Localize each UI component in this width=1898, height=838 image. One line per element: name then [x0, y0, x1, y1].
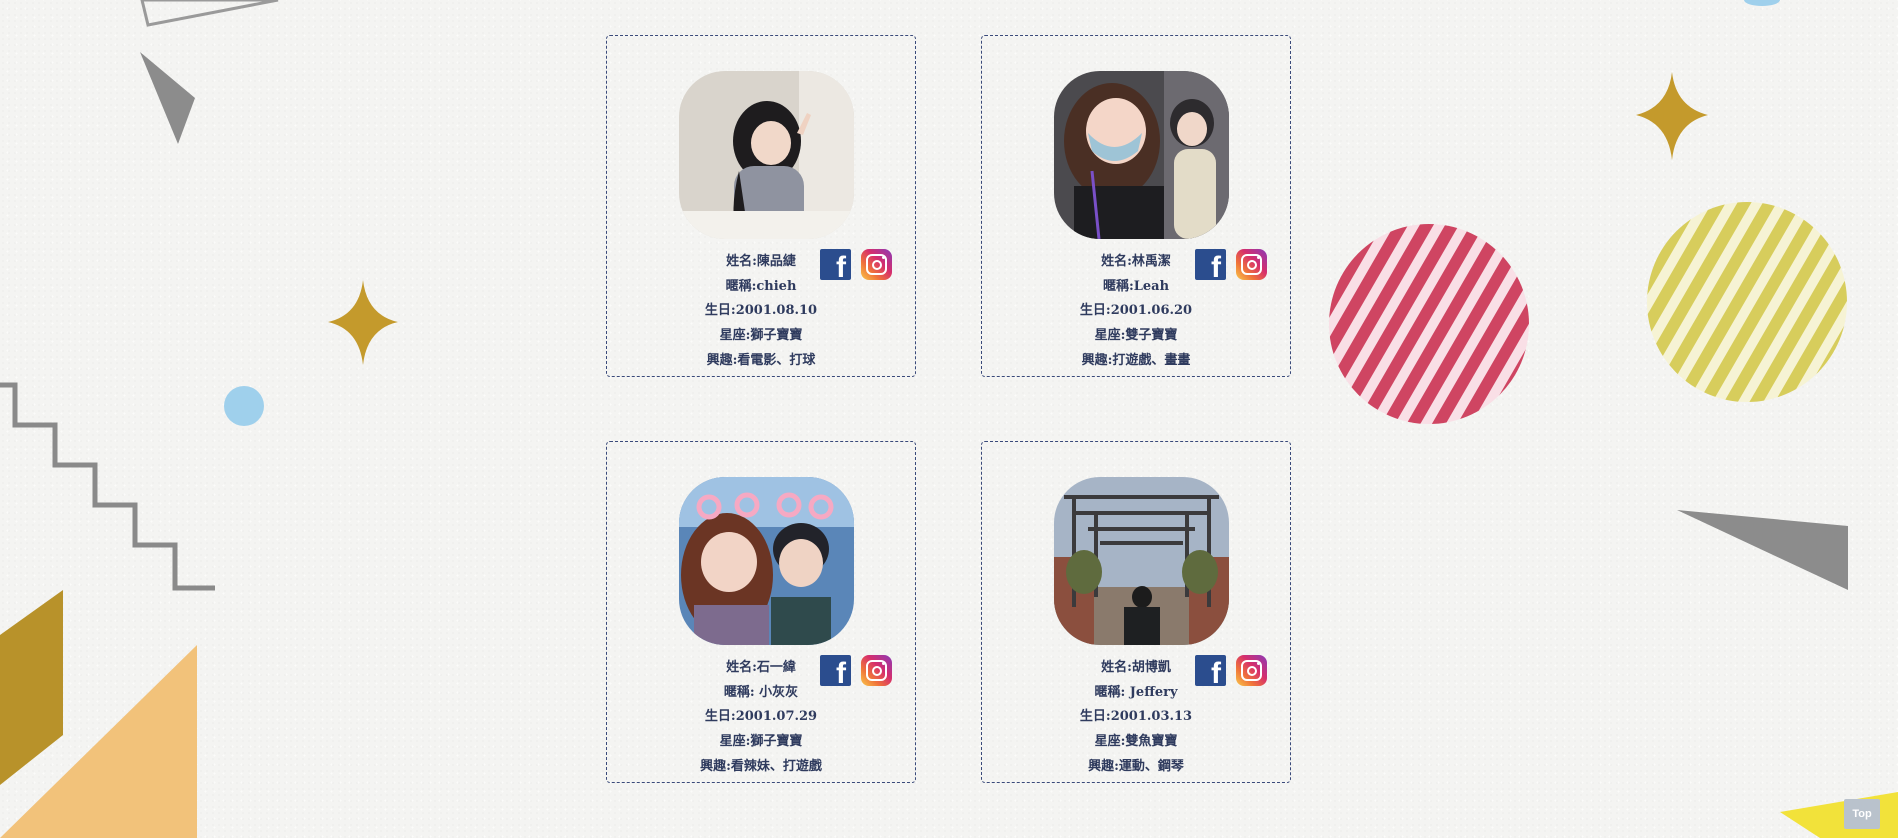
- background-decorations: [0, 0, 1898, 838]
- member-nickname: 暱稱: 小灰灰: [723, 684, 799, 700]
- member-name: 姓名:胡博凱: [1101, 660, 1171, 675]
- member-photo: [679, 477, 854, 645]
- member-card: f 姓名:石一緯 暱稱: 小灰灰 生日:2001.07.29 星座:獅子寶寶 興…: [606, 441, 916, 783]
- member-hobby: 興趣:看辣妹、打遊戲: [700, 758, 822, 774]
- member-zodiac: 星座:雙子寶寶: [1094, 328, 1178, 344]
- member-zodiac: 星座:獅子寶寶: [719, 328, 803, 344]
- back-to-top-button[interactable]: Top: [1844, 799, 1880, 829]
- member-zodiac: 星座:獅子寶寶: [719, 734, 803, 750]
- member-nickname: 暱稱:Leah: [1102, 278, 1170, 294]
- member-hobby: 興趣:打遊戲、畫畫: [1081, 352, 1191, 368]
- member-nickname: 暱稱: Jeffery: [1094, 684, 1178, 700]
- member-photo: [679, 71, 854, 239]
- member-name: 姓名:陳品緁: [726, 254, 796, 269]
- member-name: 姓名:石一緯: [726, 660, 796, 675]
- member-zodiac: 星座:雙魚寶寶: [1094, 734, 1178, 750]
- member-card: f 姓名:陳品緁 暱稱:chieh 生日:2001.08.10 星座:獅子寶寶 …: [606, 35, 916, 377]
- member-birthday: 生日:2001.03.13: [1079, 709, 1193, 725]
- member-hobby: 興趣:運動、鋼琴: [1088, 758, 1184, 774]
- member-card: f 姓名:胡博凱 暱稱: Jeffery 生日:2001.03.13 星座:雙魚…: [981, 441, 1291, 783]
- member-photo: [1054, 477, 1229, 645]
- member-birthday: 生日:2001.08.10: [704, 303, 818, 319]
- member-name: 姓名:林禹潔: [1101, 254, 1171, 269]
- member-birthday: 生日:2001.07.29: [704, 709, 818, 725]
- member-hobby: 興趣:看電影、打球: [706, 352, 816, 368]
- member-card: f 姓名:林禹潔 暱稱:Leah 生日:2001.06.20 星座:雙子寶寶 興…: [981, 35, 1291, 377]
- member-photo: [1054, 71, 1229, 239]
- member-birthday: 生日:2001.06.20: [1079, 303, 1193, 319]
- member-nickname: 暱稱:chieh: [725, 278, 797, 294]
